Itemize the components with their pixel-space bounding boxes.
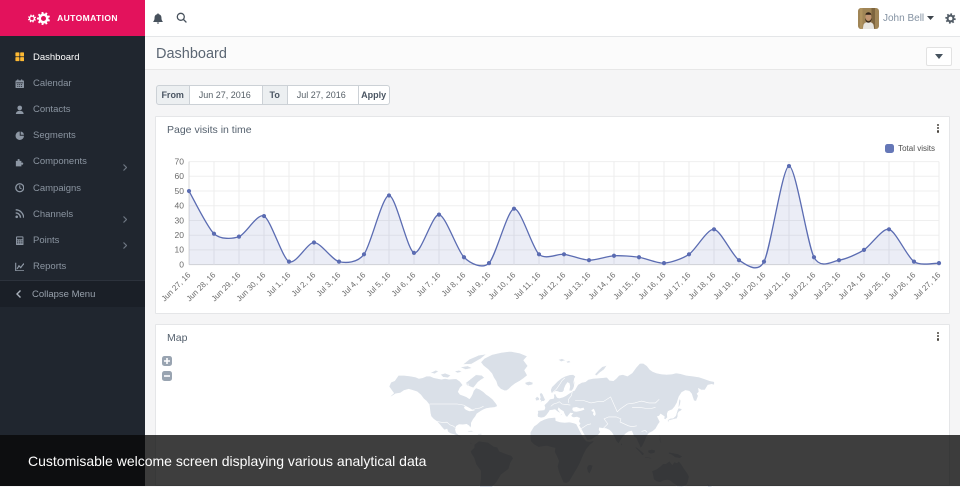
- svg-text:Jul 3, 16: Jul 3, 16: [315, 270, 343, 298]
- svg-text:Jul 1, 16: Jul 1, 16: [265, 270, 293, 298]
- svg-text:70: 70: [175, 156, 185, 166]
- svg-text:20: 20: [175, 230, 185, 240]
- svg-text:Jul 5, 16: Jul 5, 16: [365, 270, 393, 298]
- svg-text:50: 50: [175, 186, 185, 196]
- svg-text:0: 0: [179, 259, 184, 269]
- svg-text:30: 30: [175, 215, 185, 225]
- svg-text:Jul 27, 16: Jul 27, 16: [912, 270, 943, 301]
- svg-text:60: 60: [175, 171, 185, 181]
- svg-text:Jul 7, 16: Jul 7, 16: [415, 270, 443, 298]
- svg-text:10: 10: [175, 245, 185, 255]
- svg-text:40: 40: [175, 201, 185, 211]
- svg-text:Jul 2, 16: Jul 2, 16: [290, 270, 318, 298]
- svg-text:Jul 6, 16: Jul 6, 16: [390, 270, 418, 298]
- svg-text:Jul 4, 16: Jul 4, 16: [340, 270, 368, 298]
- svg-text:Jul 8, 16: Jul 8, 16: [440, 270, 468, 298]
